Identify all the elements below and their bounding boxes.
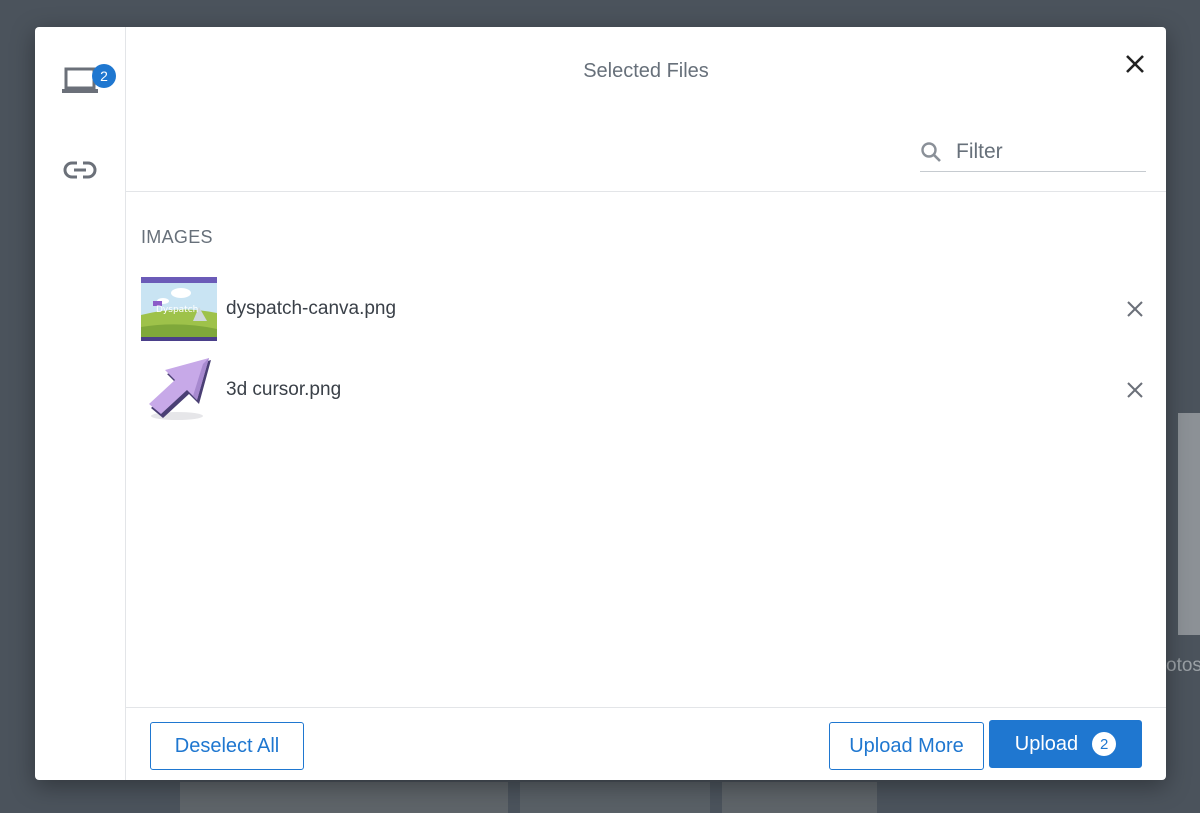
close-icon [1127, 301, 1143, 317]
deselect-all-button[interactable]: Deselect All [150, 722, 304, 770]
background-photo [520, 782, 710, 813]
section-label: IMAGES [141, 227, 213, 247]
svg-text:Dyspatch: Dyspatch [156, 305, 198, 315]
list-item: Dyspatch dyspatch-canva.png [141, 276, 1150, 342]
page-title: Selected Files [583, 60, 709, 82]
sidebar-item-my-device[interactable]: 2 [35, 51, 125, 111]
remove-file-button[interactable] [1120, 375, 1150, 405]
file-name: dyspatch-canva.png [226, 298, 397, 319]
file-name: 3d cursor.png [226, 379, 342, 400]
file-picker-modal: 2 Selected Files IMAGE [35, 27, 1166, 780]
sidebar-item-link[interactable] [35, 140, 125, 200]
link-icon [63, 160, 97, 180]
close-icon [1127, 382, 1143, 398]
main-panel: Selected Files IMAGES [126, 27, 1166, 780]
remove-file-button[interactable] [1120, 294, 1150, 324]
file-thumbnail: Dyspatch [141, 277, 217, 341]
close-button[interactable] [1120, 49, 1150, 79]
upload-button[interactable]: Upload 2 [989, 720, 1142, 768]
list-item: 3d cursor.png [141, 357, 1150, 423]
filter-field [920, 133, 1146, 172]
search-icon [921, 142, 941, 162]
background-caption: otos [1166, 655, 1200, 676]
filter-input[interactable] [954, 139, 1138, 165]
source-sidebar: 2 [35, 27, 126, 780]
selected-count-badge: 2 [92, 64, 116, 88]
close-icon [1126, 55, 1144, 73]
background-photo [722, 782, 877, 813]
footer-divider [126, 707, 1166, 708]
file-thumbnail [141, 358, 217, 422]
background-photo [180, 782, 508, 813]
upload-more-button[interactable]: Upload More [829, 722, 984, 770]
header-divider [126, 191, 1166, 192]
upload-count-badge: 2 [1092, 732, 1117, 756]
upload-button-label: Upload [1014, 732, 1079, 755]
background-photo [1178, 413, 1200, 635]
